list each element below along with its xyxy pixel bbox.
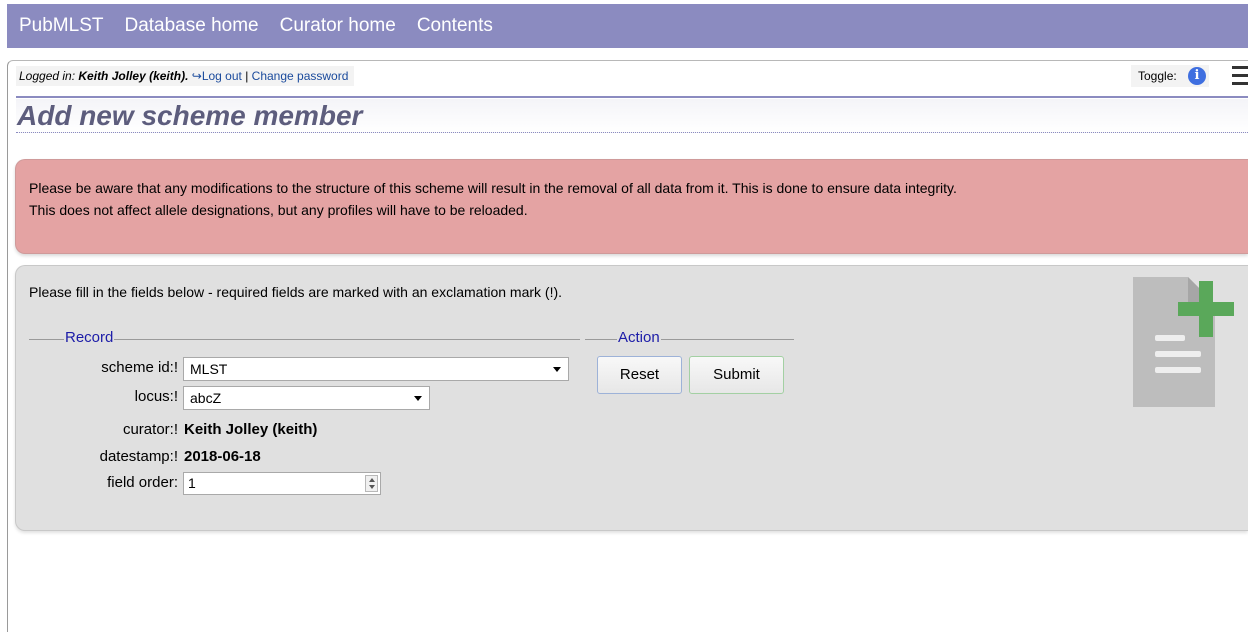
warning-line-1: Please be aware that any modifications t… bbox=[29, 180, 957, 196]
spinner-arrows-icon[interactable] bbox=[365, 475, 378, 492]
chevron-down-icon bbox=[414, 396, 422, 401]
top-navigation-bar: PubMLST Database home Curator home Conte… bbox=[7, 4, 1248, 48]
locus-select[interactable]: abcZ bbox=[183, 386, 430, 410]
scheme-id-select[interactable]: MLST bbox=[183, 357, 569, 381]
hamburger-menu-icon[interactable] bbox=[1232, 66, 1248, 88]
locus-value: abcZ bbox=[190, 390, 222, 406]
page-title: Add new scheme member bbox=[16, 99, 1248, 133]
nav-link-database-home[interactable]: Database home bbox=[124, 15, 258, 37]
record-legend: Record bbox=[64, 329, 115, 346]
field-order-label: field order: bbox=[107, 474, 178, 491]
logout-icon[interactable]: ↪ bbox=[192, 69, 202, 83]
change-password-link[interactable]: Change password bbox=[252, 69, 349, 83]
chevron-down-icon bbox=[553, 367, 561, 372]
scheme-id-value: MLST bbox=[190, 361, 228, 377]
logged-in-user: Keith Jolley (keith). bbox=[78, 69, 189, 83]
logout-link[interactable]: Log out bbox=[202, 69, 242, 83]
datestamp-label: datestamp:! bbox=[99, 448, 178, 465]
form-instructions: Please fill in the fields below - requir… bbox=[29, 284, 563, 300]
submit-button[interactable]: Submit bbox=[689, 356, 784, 394]
curator-value: Keith Jolley (keith) bbox=[184, 421, 318, 438]
scheme-id-label: scheme id:! bbox=[101, 359, 178, 376]
toggle-bar: Toggle: i bbox=[1131, 65, 1209, 87]
warning-line-2: This does not affect allele designations… bbox=[29, 202, 528, 218]
toggle-label: Toggle: bbox=[1138, 69, 1177, 83]
title-rule bbox=[16, 96, 1248, 98]
nav-link-pubmlst[interactable]: PubMLST bbox=[19, 15, 103, 37]
add-document-icon bbox=[1133, 277, 1234, 407]
action-legend: Action bbox=[617, 329, 661, 346]
login-separator: | bbox=[241, 69, 252, 83]
nav-link-contents[interactable]: Contents bbox=[417, 15, 493, 37]
login-prefix: Logged in: bbox=[19, 69, 79, 83]
warning-box: Please be aware that any modifications t… bbox=[15, 159, 1248, 254]
form-panel: Please fill in the fields below - requir… bbox=[15, 265, 1248, 531]
field-order-value: 1 bbox=[188, 475, 196, 491]
info-icon[interactable]: i bbox=[1188, 67, 1206, 85]
login-status-bar: Logged in: Keith Jolley (keith). ↪Log ou… bbox=[16, 66, 355, 86]
warning-message: Please be aware that any modifications t… bbox=[29, 177, 1239, 221]
curator-label: curator:! bbox=[122, 421, 178, 438]
nav-link-curator-home[interactable]: Curator home bbox=[280, 15, 396, 37]
datestamp-value: 2018-06-18 bbox=[184, 448, 261, 465]
locus-label: locus:! bbox=[134, 388, 178, 405]
reset-button[interactable]: Reset bbox=[597, 356, 682, 394]
field-order-input[interactable]: 1 bbox=[183, 472, 381, 495]
